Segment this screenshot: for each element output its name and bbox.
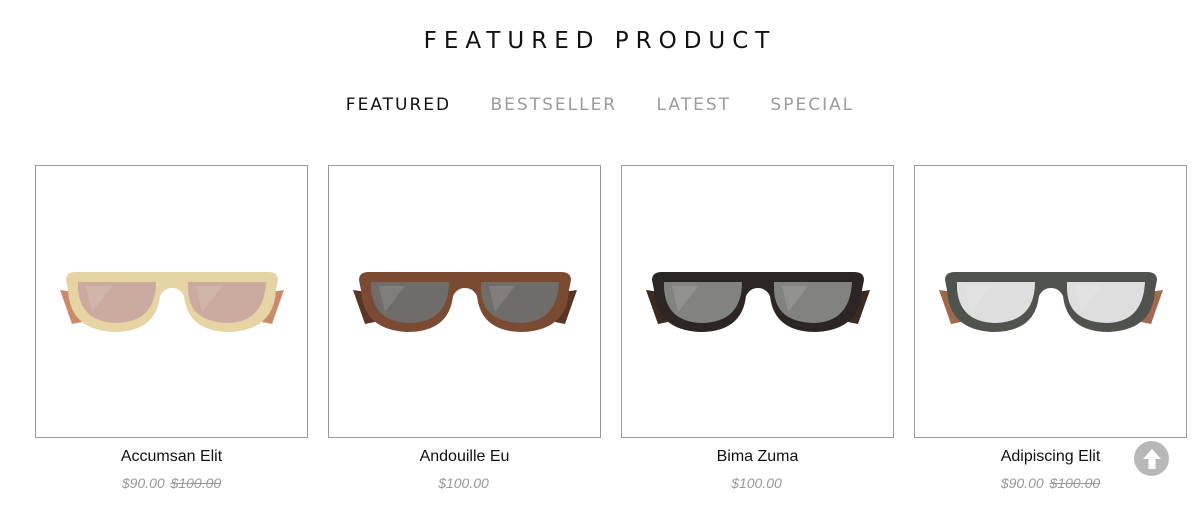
tab-special[interactable]: SPECIAL bbox=[770, 95, 854, 115]
product-card: Accumsan Elit $90.00 $100.00 bbox=[35, 165, 308, 491]
product-image-link[interactable] bbox=[328, 165, 601, 438]
product-name[interactable]: Bima Zuma bbox=[621, 448, 894, 466]
product-name[interactable]: Andouille Eu bbox=[328, 448, 601, 466]
product-image bbox=[645, 271, 870, 332]
product-image-link[interactable] bbox=[914, 165, 1187, 438]
tab-bestseller[interactable]: BESTSELLER bbox=[491, 95, 618, 115]
price-current: $100.00 bbox=[731, 475, 782, 491]
tab-latest[interactable]: LATEST bbox=[657, 95, 731, 115]
product-image bbox=[352, 271, 577, 332]
product-image-link[interactable] bbox=[621, 165, 894, 438]
product-tabs: FEATURED BESTSELLER LATEST SPECIAL bbox=[0, 95, 1200, 115]
price-current: $90.00 bbox=[121, 475, 165, 491]
product-price: $100.00 bbox=[621, 475, 894, 491]
arrow-up-icon bbox=[1142, 448, 1161, 469]
product-image bbox=[59, 271, 284, 332]
product-image-link[interactable] bbox=[35, 165, 308, 438]
product-price: $90.00 $100.00 bbox=[914, 475, 1187, 491]
section-title: FEATURED PRODUCT bbox=[423, 28, 777, 54]
back-to-top-button[interactable] bbox=[1134, 441, 1169, 476]
product-price: $90.00 $100.00 bbox=[35, 475, 308, 491]
product-card: Bima Zuma $100.00 bbox=[621, 165, 894, 491]
price-old: $100.00 bbox=[1049, 475, 1101, 491]
product-image bbox=[938, 271, 1163, 332]
product-price: $100.00 bbox=[328, 475, 601, 491]
price-current: $100.00 bbox=[438, 475, 489, 491]
product-grid: Accumsan Elit $90.00 $100.00 Andouille E… bbox=[35, 165, 1187, 505]
product-name[interactable]: Accumsan Elit bbox=[35, 448, 308, 466]
tab-featured[interactable]: FEATURED bbox=[346, 95, 451, 115]
price-current: $90.00 bbox=[1000, 475, 1044, 491]
product-card: Andouille Eu $100.00 bbox=[328, 165, 601, 491]
price-old: $100.00 bbox=[170, 475, 222, 491]
